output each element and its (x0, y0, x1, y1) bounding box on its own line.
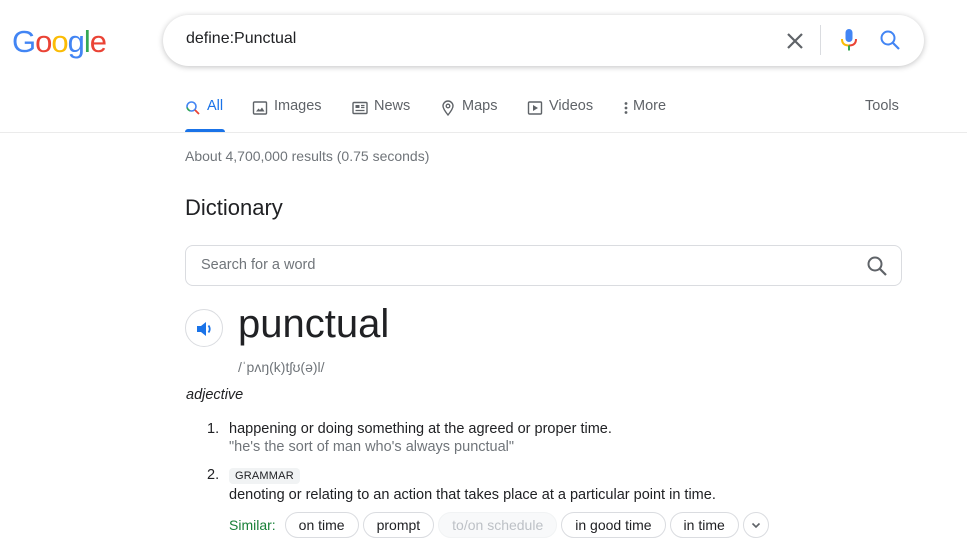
tabs-divider (0, 132, 967, 133)
phonetic: /ˈpʌŋ(k)tʃʊ(ə)l/ (238, 359, 325, 375)
tab-label: Images (274, 98, 322, 114)
clear-search-button[interactable] (783, 29, 807, 53)
tab-news[interactable]: News (352, 98, 410, 132)
tab-label: Videos (549, 98, 594, 114)
tab-more[interactable]: More (622, 98, 666, 132)
similar-chip[interactable]: prompt (362, 512, 435, 538)
map-pin-icon (442, 100, 454, 116)
tab-videos[interactable]: Videos (527, 98, 593, 132)
headword: punctual (238, 302, 390, 346)
chevron-down-icon (751, 522, 760, 529)
word-search-box (185, 245, 902, 286)
speaker-icon (197, 322, 211, 336)
search-input[interactable] (186, 30, 746, 48)
result-stats: About 4,700,000 results (0.75 seconds) (185, 148, 430, 164)
tab-images[interactable]: Images (252, 98, 322, 132)
tools-button[interactable]: Tools (865, 98, 899, 114)
search-icon (880, 30, 900, 50)
search-icon (186, 101, 200, 115)
search-icon (867, 256, 887, 276)
image-icon (252, 101, 268, 115)
pronunciation-button[interactable] (185, 309, 223, 347)
similar-chip[interactable]: on time (284, 512, 359, 538)
word-search-button[interactable] (866, 255, 888, 277)
logo-letter: o (35, 24, 52, 59)
logo-letter: o (51, 24, 68, 59)
definition-example: "he's the sort of man who's always punct… (229, 439, 515, 455)
similar-chip: to/on schedule (438, 512, 558, 538)
grammar-label: GRAMMAR (229, 468, 300, 484)
search-box (163, 15, 924, 66)
google-logo[interactable]: Google (12, 24, 107, 60)
definition-number: 2. (207, 467, 220, 483)
similar-words: Similar: on time prompt to/on schedule i… (229, 512, 769, 538)
search-submit-button[interactable] (878, 28, 902, 52)
part-of-speech: adjective (186, 387, 244, 403)
tab-label: All (207, 98, 224, 114)
definition-text: denoting or relating to an action that t… (229, 487, 716, 503)
logo-letter: G (12, 24, 36, 59)
search-divider (820, 25, 821, 55)
definition-text: happening or doing something at the agre… (229, 421, 612, 437)
microphone-icon (841, 29, 857, 51)
voice-search-button[interactable] (837, 27, 861, 53)
logo-letter: g (67, 24, 85, 59)
definition-number: 1. (207, 421, 220, 437)
logo-letter: e (89, 24, 107, 59)
tab-label: News (374, 98, 411, 114)
similar-chip[interactable]: in good time (561, 512, 666, 538)
expand-similar-button[interactable] (742, 512, 769, 538)
word-search-input[interactable] (201, 257, 841, 273)
similar-label: Similar: (229, 517, 276, 533)
play-icon (527, 101, 543, 115)
dictionary-title: Dictionary (185, 195, 283, 220)
newspaper-icon (352, 101, 368, 115)
tab-all[interactable]: All (185, 98, 225, 132)
close-icon (787, 33, 803, 49)
tab-label: Maps (462, 98, 498, 114)
similar-chip[interactable]: in time (669, 512, 739, 538)
tab-maps[interactable]: Maps (440, 98, 497, 132)
more-vert-icon (624, 102, 628, 114)
tab-label: More (633, 98, 667, 114)
